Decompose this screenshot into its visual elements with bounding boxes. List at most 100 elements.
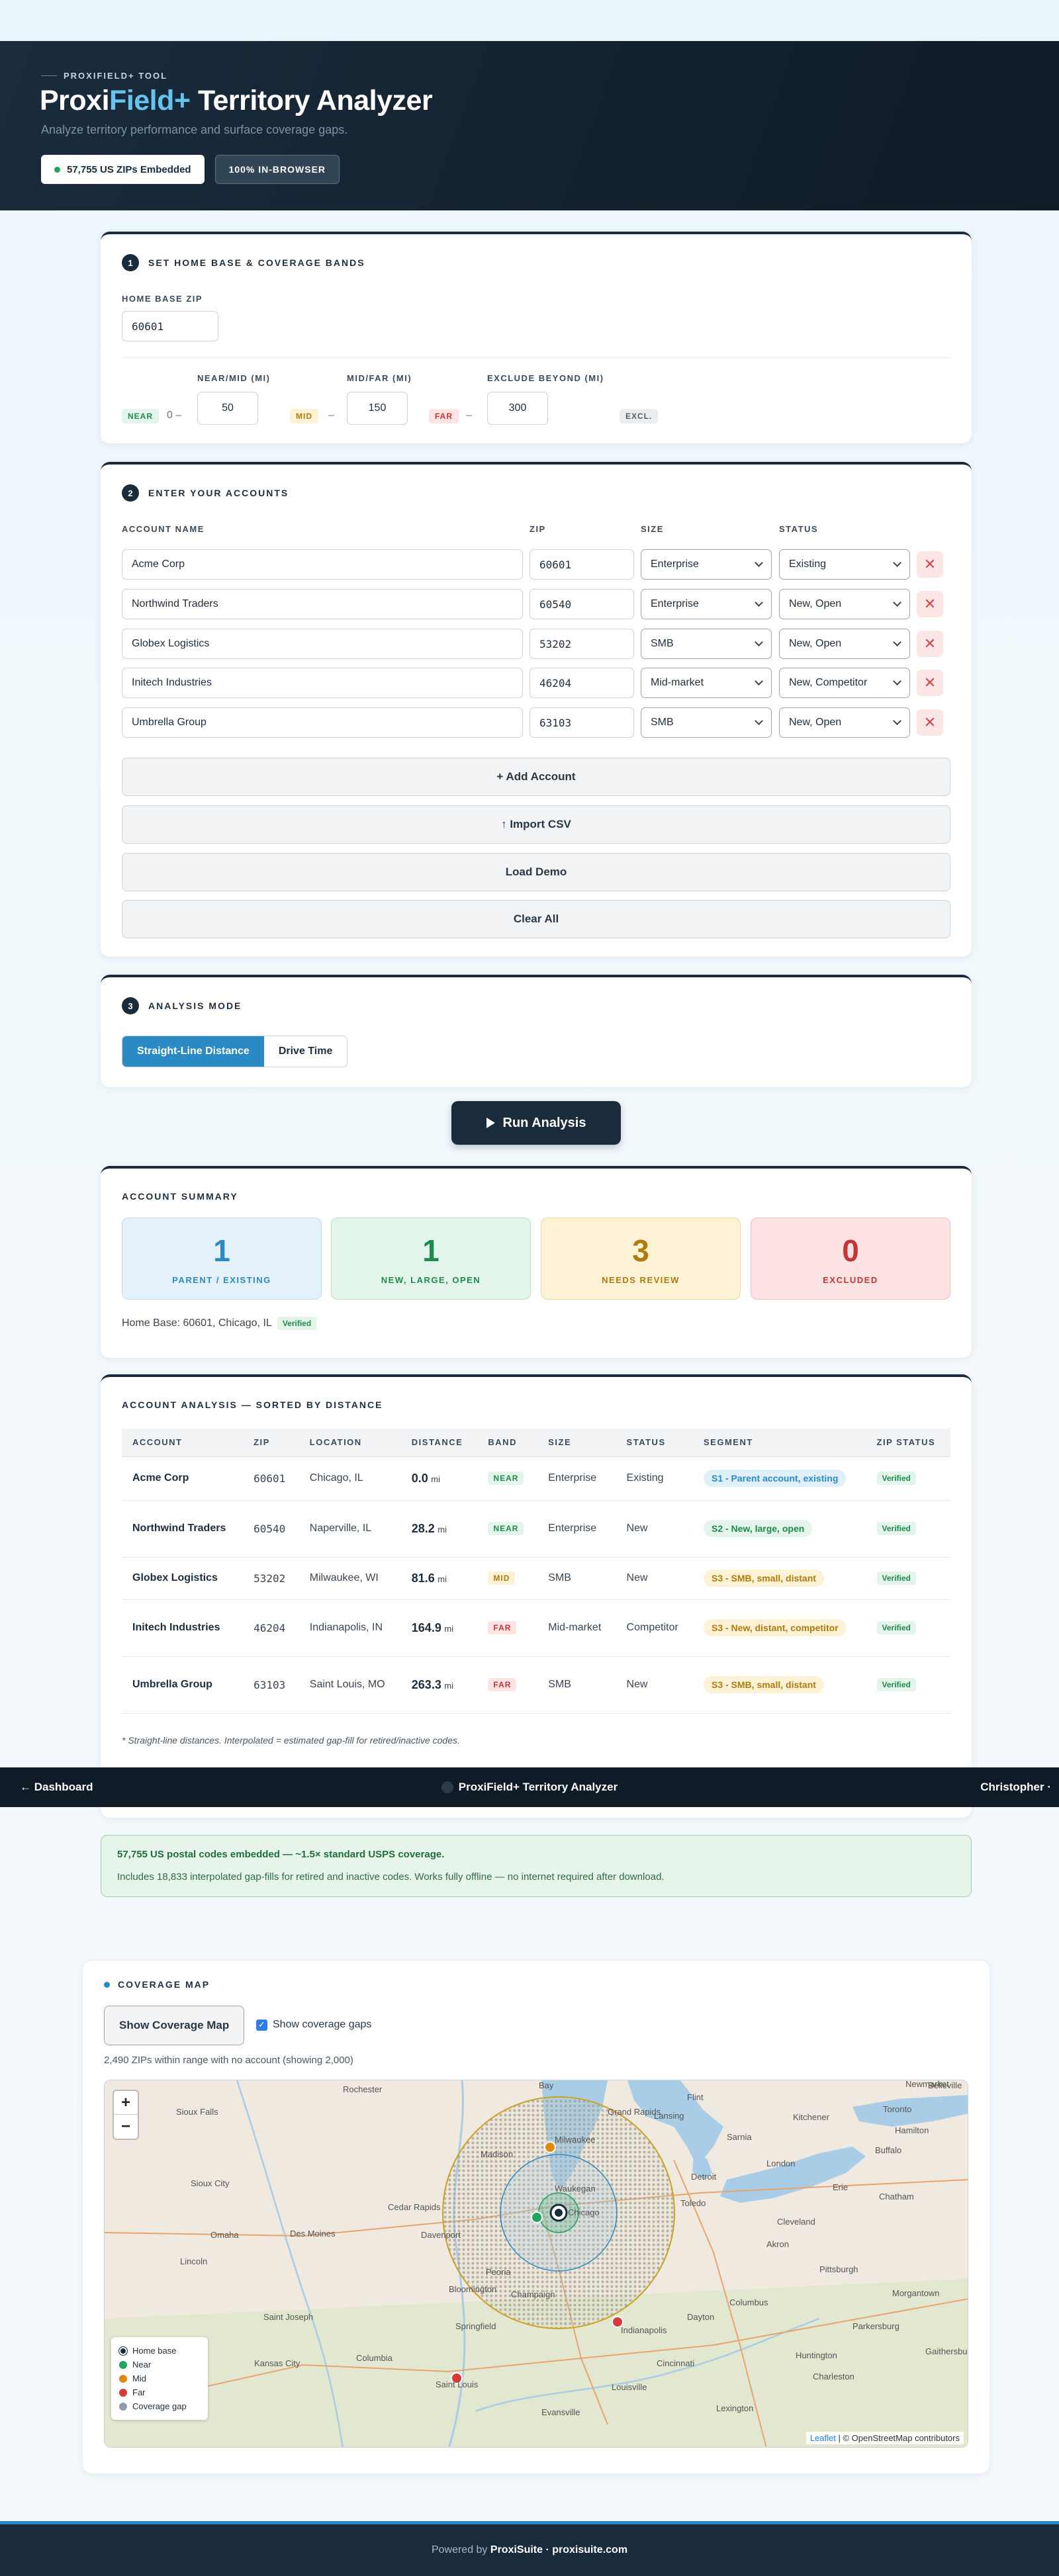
- th-status: STATUS: [616, 1429, 693, 1457]
- place-label: Akron: [766, 2239, 789, 2249]
- account-size-select[interactable]: Enterprise: [641, 549, 772, 580]
- stat-label: NEW, LARGE, OPEN: [381, 1274, 481, 1285]
- account-name-input[interactable]: Acme Corp: [122, 549, 523, 580]
- verified-badge: Verified: [277, 1317, 317, 1330]
- delete-account-icon[interactable]: ✕: [917, 670, 943, 696]
- account-size-select[interactable]: SMB: [641, 629, 772, 659]
- account-status-select[interactable]: New, Open: [779, 707, 910, 738]
- account-zip-input[interactable]: 53202: [530, 629, 634, 659]
- map-svg: Bay Rochester Sioux Falls Sioux City Oma…: [105, 2080, 968, 2447]
- in-browser-badge: 100% IN-BROWSER: [214, 155, 340, 184]
- add-account-button[interactable]: + Add Account: [122, 758, 950, 796]
- eyebrow-rule: [41, 75, 57, 76]
- place-label: Cedar Rapids: [388, 2202, 441, 2212]
- mode-drive-time-tab[interactable]: Drive Time: [263, 1036, 347, 1067]
- navbar-title-wrap: ProxiField+ Territory Analyzer: [0, 1781, 1059, 1794]
- load-demo-button[interactable]: Load Demo: [122, 853, 950, 891]
- osm-attribution: | © OpenStreetMap contributors: [835, 2433, 960, 2443]
- cell-distance: 0.0 mi: [400, 1456, 478, 1501]
- account-zip-input[interactable]: 46204: [530, 668, 634, 698]
- cell-status: Competitor: [616, 1599, 693, 1657]
- delete-account-icon[interactable]: ✕: [917, 591, 943, 617]
- map-title: COVERAGE MAP: [118, 1979, 210, 1990]
- verified-badge: Verified: [876, 1621, 916, 1634]
- account-name-input[interactable]: Globex Logistics: [122, 629, 523, 659]
- cell-zip: 60540: [243, 1500, 299, 1558]
- cell-band: NEAR: [477, 1456, 538, 1501]
- home-zip-label: HOME BASE ZIP: [122, 294, 203, 304]
- place-label: Davenport: [421, 2230, 461, 2240]
- distance-unit: mi: [444, 1623, 453, 1634]
- map-attribution: Leaflet | © OpenStreetMap contributors: [806, 2432, 964, 2444]
- status-value: Existing: [789, 558, 827, 570]
- exclude-beyond-input[interactable]: 300: [487, 392, 548, 425]
- clear-all-button[interactable]: Clear All: [122, 900, 950, 938]
- cell-zip-status: Verified: [866, 1599, 950, 1657]
- map-legend: Home base Near Mid Far Coverage gap: [111, 2337, 208, 2420]
- hero-header: PROXIFIELD+ TOOL ProxiField+ Territory A…: [0, 41, 1059, 210]
- home-base-text: Home Base: 60601, Chicago, IL: [122, 1317, 272, 1329]
- coverage-map[interactable]: Bay Rochester Sioux Falls Sioux City Oma…: [104, 2080, 968, 2448]
- home-zip-input[interactable]: 60601: [122, 311, 218, 341]
- eyebrow-text: PROXIFIELD+ TOOL: [64, 71, 168, 81]
- cell-zip: 63103: [243, 1656, 299, 1714]
- account-zip-input[interactable]: 60601: [530, 549, 634, 580]
- account-status-select[interactable]: New, Competitor: [779, 668, 910, 698]
- coverage-gaps-checkbox[interactable]: ✓: [256, 2019, 267, 2031]
- place-label: Chatham: [879, 2192, 914, 2201]
- size-value: SMB: [651, 638, 674, 649]
- mid-account-marker[interactable]: [544, 2141, 556, 2153]
- account-name-input[interactable]: Umbrella Group: [122, 707, 523, 738]
- account-name-input[interactable]: Northwind Traders: [122, 589, 523, 619]
- stat-label: NEEDS REVIEW: [602, 1274, 680, 1285]
- legend-label: Far: [132, 2387, 146, 2397]
- place-label: Charleston: [813, 2372, 854, 2381]
- delete-account-icon[interactable]: ✕: [917, 631, 943, 657]
- cell-zip-status: Verified: [866, 1500, 950, 1558]
- mid-far-input[interactable]: 150: [347, 392, 408, 425]
- account-row: Umbrella Group 63103 SMB New, Open ✕: [101, 707, 972, 739]
- status-value: New, Open: [789, 638, 842, 649]
- delete-account-icon[interactable]: ✕: [917, 551, 943, 578]
- account-name-input[interactable]: Initech Industries: [122, 668, 523, 698]
- cell-status: New: [616, 1557, 693, 1600]
- show-coverage-map-button[interactable]: Show Coverage Map: [104, 2006, 245, 2045]
- zoom-in-button[interactable]: +: [114, 2091, 138, 2115]
- stat-value: 1: [422, 1233, 439, 1268]
- cell-location: Naperville, IL: [299, 1500, 401, 1558]
- coverage-info-box: 57,755 US postal codes embedded — ~1.5× …: [101, 1835, 972, 1897]
- zoom-out-button[interactable]: −: [114, 2115, 138, 2139]
- account-status-select[interactable]: New, Open: [779, 629, 910, 659]
- distance-value: 0.0: [411, 1471, 428, 1485]
- leaflet-link[interactable]: Leaflet: [810, 2433, 836, 2443]
- near-account-marker[interactable]: [531, 2211, 543, 2223]
- account-status-select[interactable]: Existing: [779, 549, 910, 580]
- place-label: Waukegan: [555, 2184, 596, 2194]
- account-row: Northwind Traders 60540 Enterprise New, …: [101, 589, 972, 621]
- place-label: Kitchener: [793, 2112, 830, 2122]
- mode-straight-line-tab[interactable]: Straight-Line Distance: [122, 1036, 264, 1067]
- chevron-down-icon: [893, 638, 901, 646]
- account-zip-input[interactable]: 63103: [530, 707, 634, 738]
- cell-distance: 28.2 mi: [400, 1500, 478, 1558]
- account-size-select[interactable]: SMB: [641, 707, 772, 738]
- delete-account-icon[interactable]: ✕: [917, 709, 943, 736]
- excluded-band-chip: EXCL.: [620, 409, 659, 423]
- near-mid-input[interactable]: 50: [197, 392, 258, 425]
- account-size-select[interactable]: Mid-market: [641, 668, 772, 698]
- account-status-select[interactable]: New, Open: [779, 589, 910, 619]
- account-size-select[interactable]: Enterprise: [641, 589, 772, 619]
- top-navbar: ← Dashboard ProxiField+ Territory Analyz…: [0, 1767, 1059, 1807]
- cell-location: Milwaukee, WI: [299, 1557, 401, 1600]
- stat-parent-existing: 1 PARENT / EXISTING: [122, 1218, 322, 1300]
- footer-brand-link[interactable]: ProxiSuite · proxisuite.com: [490, 2544, 627, 2556]
- account-summary-card: ACCOUNT SUMMARY 1 PARENT / EXISTING 1 NE…: [101, 1166, 972, 1358]
- table-row: Globex Logistics 53202 Milwaukee, WI 81.…: [122, 1557, 950, 1600]
- import-csv-button[interactable]: ↑ Import CSV: [122, 805, 950, 844]
- account-zip-input[interactable]: 60540: [530, 589, 634, 619]
- place-label: Evansville: [541, 2407, 580, 2417]
- user-menu[interactable]: Christopher ·: [980, 1781, 1051, 1794]
- gap-note: 2,490 ZIPs within range with no account …: [104, 2055, 353, 2066]
- run-analysis-button[interactable]: Run Analysis: [451, 1101, 621, 1145]
- th-distance: DISTANCE: [400, 1429, 478, 1457]
